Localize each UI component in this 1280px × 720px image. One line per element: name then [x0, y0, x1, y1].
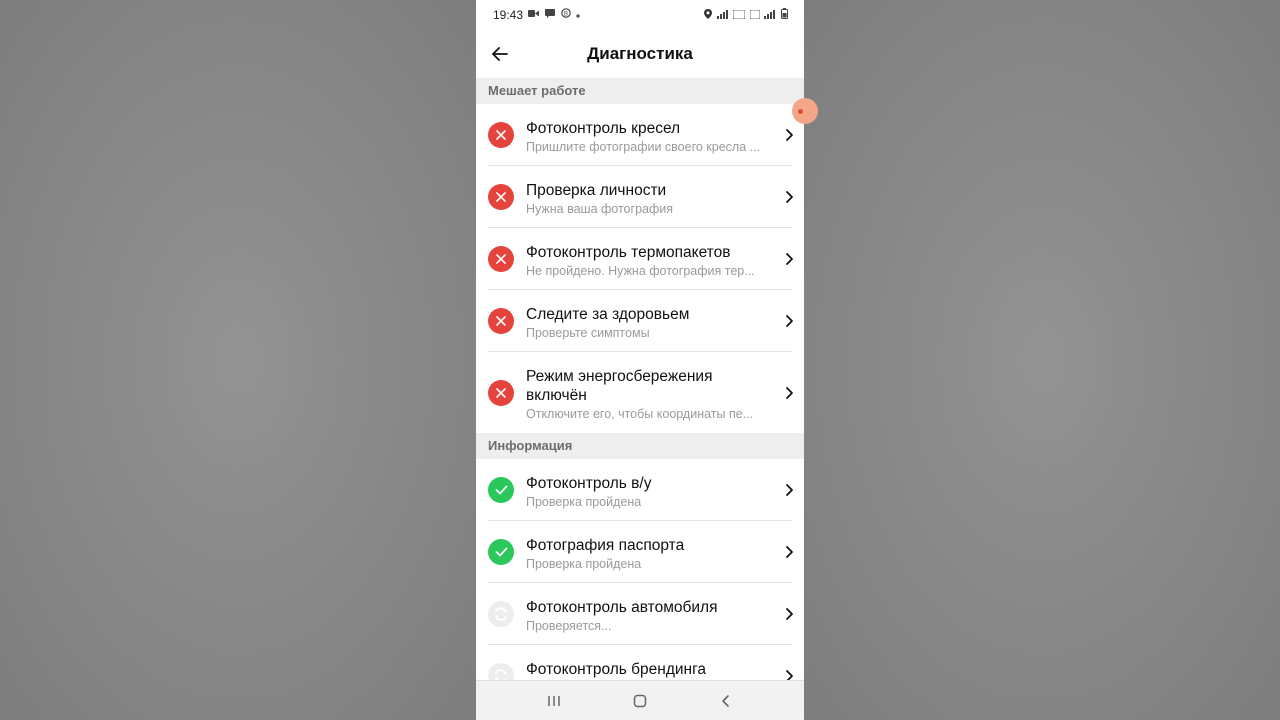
- item-subtitle: Проверьте симптомы: [526, 326, 650, 340]
- back-icon: [722, 695, 729, 707]
- status-left-icons: B: [528, 8, 580, 21]
- location-icon: [704, 9, 713, 19]
- notification-dot: [798, 109, 803, 114]
- volte-icon: [733, 9, 746, 20]
- chevron-right-icon: [786, 546, 793, 558]
- list-item[interactable]: Фотоконтроль кресел Пришлите фотографии …: [476, 104, 804, 166]
- app-bar: Диагностика: [476, 30, 804, 78]
- recents-button[interactable]: [544, 691, 564, 711]
- list-item[interactable]: Фотография паспорта Проверка пройдена: [476, 521, 804, 583]
- check-icon: [488, 477, 514, 503]
- item-subtitle: Проверка пройдена: [526, 557, 642, 571]
- chevron-right-icon: [786, 315, 793, 327]
- chevron-right-icon: [786, 484, 793, 496]
- floating-bubble[interactable]: [792, 98, 818, 124]
- item-title: Проверка личности: [526, 182, 667, 199]
- message-icon: [544, 9, 555, 18]
- list-item[interactable]: Фотоконтроль в/у Проверка пройдена: [476, 459, 804, 521]
- error-icon: [488, 380, 514, 406]
- item-subtitle: Проверяется...: [526, 619, 612, 633]
- background-right: [804, 0, 1280, 720]
- item-subtitle: Отключите его, чтобы координаты пе...: [526, 407, 754, 421]
- svg-text:B: B: [564, 12, 571, 18]
- home-icon: [633, 694, 647, 708]
- phone-screen: 19:43 B Диагностика Мешает работе Фотоко…: [476, 0, 804, 720]
- item-title: Режим энергосбережения включён: [526, 368, 713, 404]
- item-subtitle: Нужна ваша фотография: [526, 202, 674, 216]
- video-icon: [528, 10, 539, 17]
- cast-icon: B: [560, 8, 571, 18]
- item-title: Фотоконтроль термопакетов: [526, 244, 731, 261]
- item-title: Фотоконтроль в/у: [526, 475, 652, 492]
- list-item[interactable]: Фотоконтроль автомобиля Проверяется...: [476, 583, 804, 645]
- item-subtitle: Проверка пройдена: [526, 495, 642, 509]
- item-title: Фотография паспорта: [526, 537, 685, 554]
- 4g-icon: [749, 9, 761, 20]
- background-left: [0, 0, 476, 720]
- error-icon: [488, 122, 514, 148]
- check-icon: [488, 539, 514, 565]
- chevron-right-icon: [786, 608, 793, 620]
- list-item[interactable]: Следите за здоровьем Проверьте симптомы: [476, 290, 804, 352]
- dot-icon: [576, 14, 580, 18]
- status-time: 19:43: [493, 8, 524, 22]
- list-item[interactable]: Проверка личности Нужна ваша фотография: [476, 166, 804, 228]
- item-title: Следите за здоровьем: [526, 306, 690, 323]
- error-icon: [488, 246, 514, 272]
- item-title: Фотоконтроль брендинга: [526, 661, 707, 678]
- chevron-right-icon: [786, 253, 793, 265]
- chevron-right-icon: [786, 129, 793, 141]
- section-header-blocking: Мешает работе: [476, 78, 804, 104]
- refresh-icon: [488, 601, 514, 627]
- item-subtitle: Пришлите фотографии своего кресла ...: [526, 140, 761, 154]
- chevron-right-icon: [786, 191, 793, 203]
- status-right-icons: [704, 8, 788, 21]
- signal-icon: [764, 10, 776, 19]
- signal-icon: [716, 10, 728, 19]
- page-title: Диагностика: [587, 44, 693, 63]
- item-title: Фотоконтроль кресел: [526, 120, 681, 137]
- section-header-info: Информация: [476, 433, 804, 459]
- nav-back-button[interactable]: [716, 691, 736, 711]
- list-item[interactable]: Фотоконтроль термопакетов Не пройдено. Н…: [476, 228, 804, 290]
- system-nav-bar: [476, 680, 804, 720]
- battery-icon: [781, 8, 788, 19]
- item-subtitle: Не пройдено. Нужна фотография тер...: [526, 264, 755, 278]
- error-icon: [488, 308, 514, 334]
- home-button[interactable]: [630, 691, 650, 711]
- error-icon: [488, 184, 514, 210]
- status-bar: 19:43 B: [476, 0, 804, 30]
- chevron-right-icon: [786, 387, 793, 399]
- item-title: Фотоконтроль автомобиля: [526, 599, 718, 616]
- recents-icon: [548, 696, 560, 706]
- list-item[interactable]: Режим энергосбережения включён Отключите…: [476, 352, 804, 433]
